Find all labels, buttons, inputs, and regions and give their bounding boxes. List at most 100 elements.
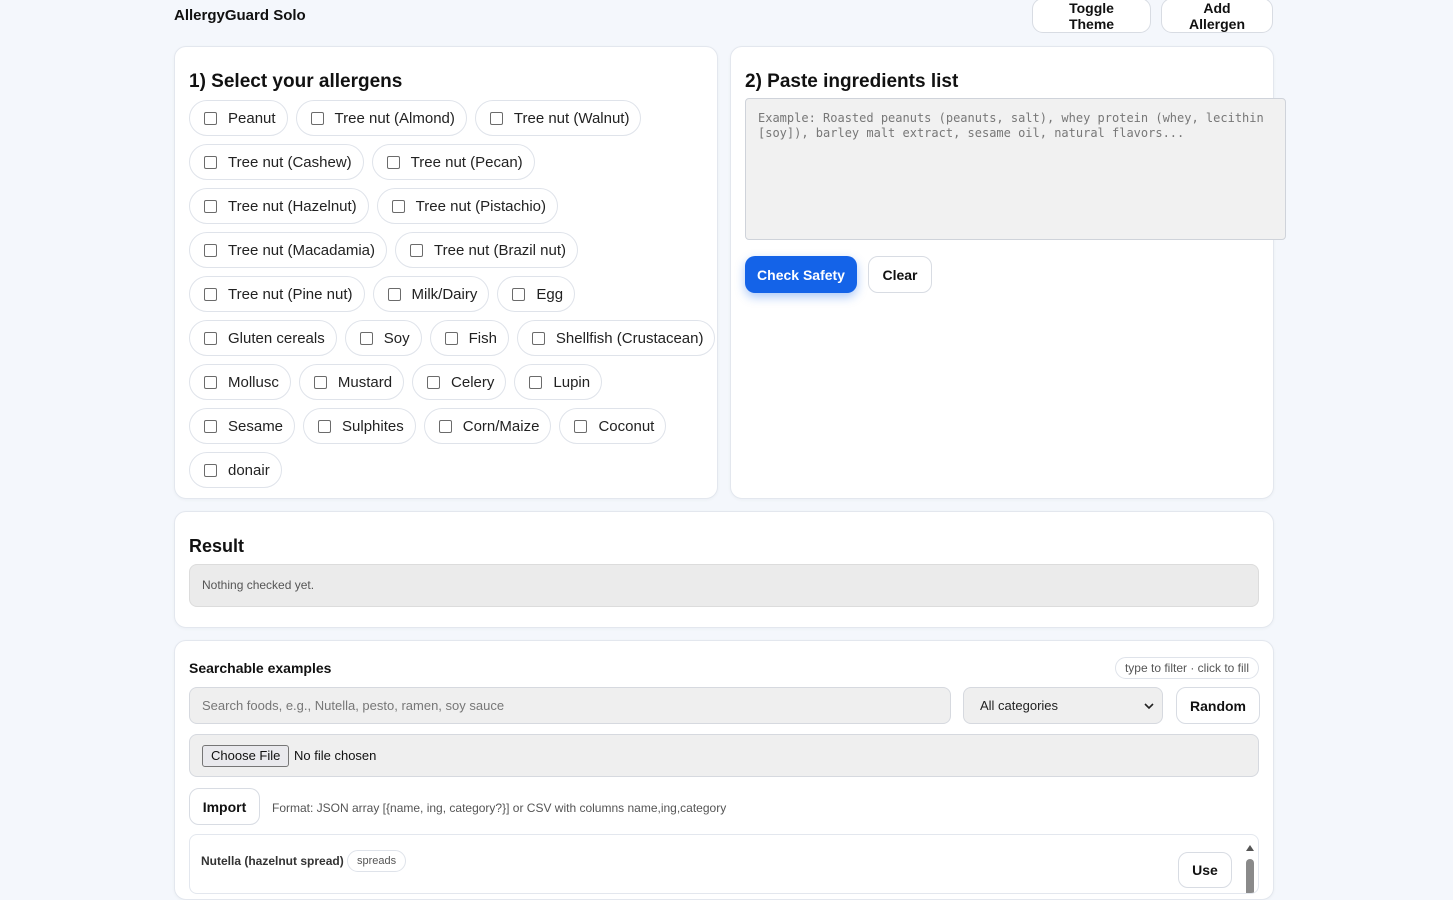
allergen-chip[interactable]: Fish <box>429 320 509 356</box>
allergen-checkbox[interactable] <box>359 331 373 345</box>
allergen-chip[interactable]: Mollusc <box>189 364 291 400</box>
allergen-chip[interactable]: Tree nut (Macadamia) <box>189 232 387 268</box>
allergen-chip-row: Tree nut (Hazelnut) Tree nut (Pistachio) <box>189 188 709 224</box>
allergen-checkbox[interactable] <box>313 375 327 389</box>
allergen-label: Celery <box>451 373 495 391</box>
allergen-label: Tree nut (Almond) <box>334 109 455 127</box>
allergen-chip[interactable]: Tree nut (Pecan) <box>371 144 535 180</box>
scroll-up-arrow-icon <box>1246 845 1254 851</box>
allergen-checkbox[interactable] <box>444 331 458 345</box>
allergen-checkbox[interactable] <box>204 111 217 125</box>
add-allergen-button[interactable]: Add Allergen <box>1161 0 1273 33</box>
allergen-chip-row: Mollusc Mustard Celery Lupin <box>189 364 709 400</box>
allergen-checkbox[interactable] <box>489 111 503 125</box>
allergen-chip-list: Peanut Tree nut (Almond) Tree nut (Walnut)… <box>189 100 716 496</box>
allergen-checkbox[interactable] <box>318 419 332 433</box>
allergen-checkbox[interactable] <box>386 155 400 169</box>
allergen-chip[interactable]: Corn/Maize <box>423 408 552 444</box>
allergen-chip-row: Tree nut (Cashew) Tree nut (Pecan) <box>189 144 709 180</box>
allergen-chip[interactable]: Coconut <box>559 408 667 444</box>
allergen-label: Tree nut (Pistachio) <box>415 197 546 215</box>
scroll-thumb <box>1246 859 1254 893</box>
allergen-chip-row: donair <box>189 452 709 488</box>
list-scrollbar[interactable] <box>1244 839 1256 894</box>
allergen-chip[interactable]: Tree nut (Almond) <box>295 100 467 136</box>
allergen-chip[interactable]: Tree nut (Cashew) <box>189 144 364 180</box>
allergen-checkbox[interactable] <box>391 199 405 213</box>
allergen-label: Soy <box>383 329 410 347</box>
allergen-label: Milk/Dairy <box>411 285 478 303</box>
ingredients-textarea[interactable] <box>745 98 1286 240</box>
allergen-chip[interactable]: Peanut <box>189 100 288 136</box>
allergen-chip[interactable]: Tree nut (Brazil nut) <box>395 232 578 268</box>
allergen-chip[interactable]: donair <box>189 452 282 488</box>
allergen-chip[interactable]: Sesame <box>189 408 296 444</box>
allergen-checkbox[interactable] <box>531 331 545 345</box>
file-upload-row: Choose File No file chosen <box>189 734 1259 777</box>
allergen-label: Egg <box>536 285 564 303</box>
example-search-input[interactable] <box>189 687 951 724</box>
category-select[interactable]: All categories <box>963 687 1163 724</box>
allergen-chip[interactable]: Milk/Dairy <box>372 276 490 312</box>
chevron-down-icon <box>1144 703 1154 710</box>
random-button[interactable]: Random <box>1176 687 1260 724</box>
allergen-chip-row: Tree nut (Macadamia) Tree nut (Brazil nut… <box>189 232 709 268</box>
allergen-chip[interactable]: Tree nut (Pistachio) <box>376 188 558 224</box>
allergen-checkbox[interactable] <box>410 243 423 257</box>
allergen-label: Tree nut (Walnut) <box>513 109 630 127</box>
allergen-checkbox[interactable] <box>204 155 217 169</box>
allergen-chip-row: Gluten cereals Soy Fish Shellfish (Crustace… <box>189 320 716 356</box>
allergen-chip-row: Tree nut (Pine nut) Milk/Dairy Egg <box>189 276 709 312</box>
allergen-checkbox[interactable] <box>438 419 452 433</box>
allergen-label: Tree nut (Brazil nut) <box>434 241 566 259</box>
allergen-chip[interactable]: Egg <box>497 276 576 312</box>
example-name: Nutella (hazelnut spread) <box>201 854 344 868</box>
result-message: Nothing checked yet. <box>189 564 1259 607</box>
allergen-checkbox[interactable] <box>204 243 217 257</box>
top-bar: AllergyGuard Solo Toggle Theme Add Aller… <box>174 0 1274 34</box>
allergen-chip[interactable]: Gluten cereals <box>189 320 337 356</box>
example-category-tag: spreads <box>347 850 407 872</box>
allergen-checkbox[interactable] <box>204 331 217 345</box>
check-safety-button[interactable]: Check Safety <box>745 256 857 293</box>
allergen-chip[interactable]: Tree nut (Hazelnut) <box>189 188 369 224</box>
import-button[interactable]: Import <box>189 788 260 825</box>
clear-button[interactable]: Clear <box>868 256 932 293</box>
use-example-button[interactable]: Use <box>1178 852 1232 888</box>
allergen-label: Fish <box>468 329 497 347</box>
allergen-label: Mustard <box>337 373 393 391</box>
allergen-chip[interactable]: Shellfish (Crustacean) <box>516 320 716 356</box>
allergen-chip[interactable]: Tree nut (Pine nut) <box>189 276 365 312</box>
allergen-checkbox[interactable] <box>574 419 588 433</box>
allergen-chip[interactable]: Tree nut (Walnut) <box>474 100 642 136</box>
allergen-checkbox[interactable] <box>204 287 217 301</box>
allergen-checkbox[interactable] <box>204 375 217 389</box>
category-select-value: All categories <box>980 698 1059 713</box>
allergen-label: Corn/Maize <box>462 417 540 435</box>
allergen-chip[interactable]: Celery <box>412 364 507 400</box>
allergen-checkbox[interactable] <box>310 111 324 125</box>
allergen-chip-row: Peanut Tree nut (Almond) Tree nut (Walnut) <box>189 100 709 136</box>
allergen-checkbox[interactable] <box>204 463 217 477</box>
allergen-checkbox[interactable] <box>204 419 217 433</box>
examples-hint: type to filter · click to fill <box>1114 657 1259 679</box>
allergen-label: Mollusc <box>228 373 279 391</box>
allergen-label: Sesame <box>228 417 284 435</box>
app-title: AllergyGuard Solo <box>174 7 306 24</box>
allergen-chip[interactable]: Lupin <box>514 364 603 400</box>
toggle-theme-button[interactable]: Toggle Theme <box>1032 0 1151 33</box>
allergen-checkbox[interactable] <box>387 287 401 301</box>
allergen-chip[interactable]: Mustard <box>298 364 405 400</box>
allergen-label: Tree nut (Hazelnut) <box>228 197 357 215</box>
allergen-label: Tree nut (Pine nut) <box>228 285 353 303</box>
choose-file-button[interactable]: Choose File <box>202 745 290 767</box>
allergen-checkbox[interactable] <box>512 287 526 301</box>
allergen-checkbox[interactable] <box>529 375 543 389</box>
allergen-label: Gluten cereals <box>228 329 325 347</box>
allergen-checkbox[interactable] <box>427 375 441 389</box>
examples-list: Nutella (hazelnut spread) spreads Use <box>189 834 1259 894</box>
allergen-label: Sulphites <box>342 417 404 435</box>
allergen-chip[interactable]: Sulphites <box>303 408 416 444</box>
allergen-chip[interactable]: Soy <box>344 320 422 356</box>
allergen-checkbox[interactable] <box>204 199 217 213</box>
